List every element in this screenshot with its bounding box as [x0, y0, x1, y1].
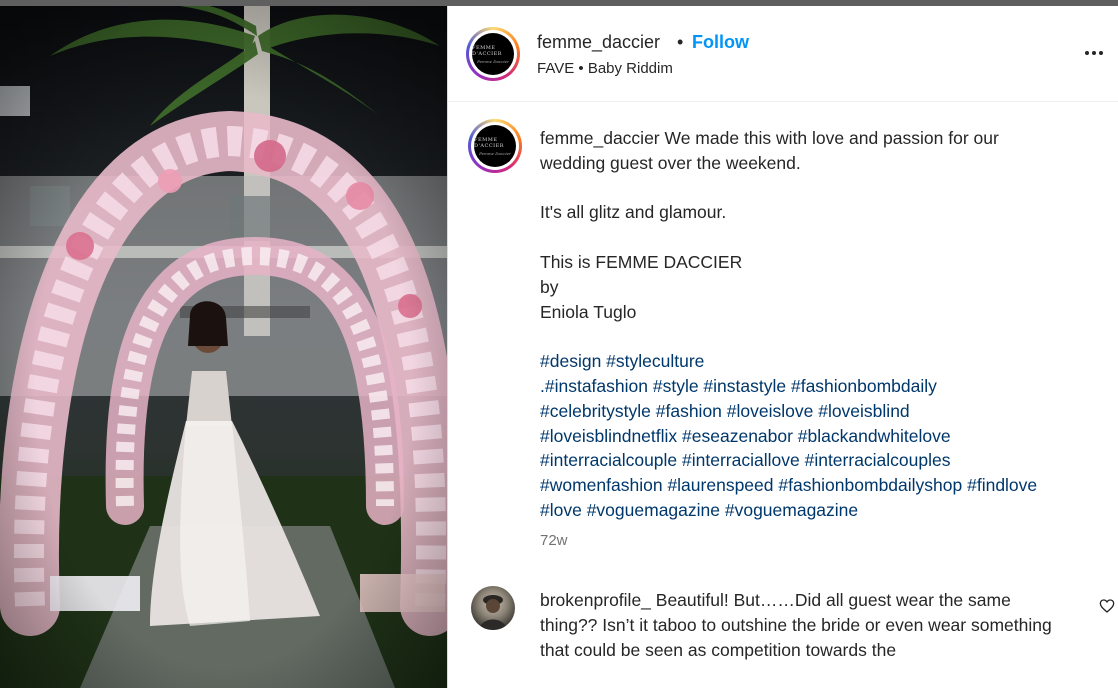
comment-line: thing?? Isn’t it taboo to outshine the b…: [540, 615, 967, 635]
caption-line: by: [540, 276, 559, 297]
hashtag-line[interactable]: #interracialcouple #interraciallove #int…: [540, 448, 1100, 473]
hashtag-line[interactable]: #loveisblindnetflix #eseazenabor #blacka…: [540, 424, 1100, 449]
author-username[interactable]: femme_daccier: [537, 32, 660, 53]
post-media-video[interactable]: [0, 6, 447, 688]
caption-line: [540, 324, 1100, 349]
caption-line: It's all glitz and glamour.: [540, 202, 727, 223]
hashtag-line[interactable]: #womenfashion #laurenspeed #fashionbombd…: [540, 473, 1100, 498]
caption-line: This is FEMME DACCIER: [540, 251, 743, 272]
caption-author-username[interactable]: femme_daccier: [540, 128, 660, 148]
hashtag-line[interactable]: #celebritystyle #fashion #loveislove #lo…: [540, 399, 1100, 424]
post-header: FEMME D'ACCIER Femme Daccier femme_dacci…: [448, 6, 1118, 102]
commenter-photo: [479, 595, 507, 630]
follow-button[interactable]: Follow: [692, 32, 749, 53]
media-illustration: [0, 6, 447, 688]
brand-logo: FEMME D'ACCIER Femme Daccier: [474, 125, 516, 167]
post-caption: femme_daccier We made this with love and…: [540, 126, 1100, 523]
hashtag-line[interactable]: .#instafashion #style #instastyle #fashi…: [540, 374, 1100, 399]
commenter-avatar[interactable]: [471, 586, 515, 630]
post-side-panel: FEMME D'ACCIER Femme Daccier femme_dacci…: [447, 6, 1118, 688]
hashtag-line[interactable]: #design #styleculture: [540, 349, 1100, 374]
caption-line: femme_daccier We made this with love and…: [540, 128, 999, 148]
more-options-icon[interactable]: [1085, 46, 1109, 60]
commenter-username[interactable]: brokenprofile_: [540, 590, 651, 610]
comment-text: brokenprofile_ Beautiful! But……Did all g…: [540, 588, 1070, 663]
comment-line: brokenprofile_ Beautiful! But……Did all g…: [540, 590, 1011, 610]
caption-line: [540, 176, 1100, 201]
audio-track-link[interactable]: FAVE • Baby Riddim: [537, 60, 673, 77]
header-separator: •: [677, 32, 684, 52]
brand-logo: FEMME D'ACCIER Femme Daccier: [472, 33, 514, 75]
hashtag-line[interactable]: #love #voguemagazine #voguemagazine: [540, 498, 1100, 523]
author-avatar[interactable]: FEMME D'ACCIER Femme Daccier: [466, 27, 520, 81]
caption-line: Eniola Tuglo: [540, 301, 637, 322]
caption-line: wedding guest over the weekend.: [540, 152, 801, 173]
post-timestamp[interactable]: 72w: [540, 532, 568, 549]
caption-line: [540, 225, 1100, 250]
caption-author-avatar[interactable]: FEMME D'ACCIER Femme Daccier: [468, 119, 522, 173]
heart-icon[interactable]: [1099, 598, 1115, 614]
